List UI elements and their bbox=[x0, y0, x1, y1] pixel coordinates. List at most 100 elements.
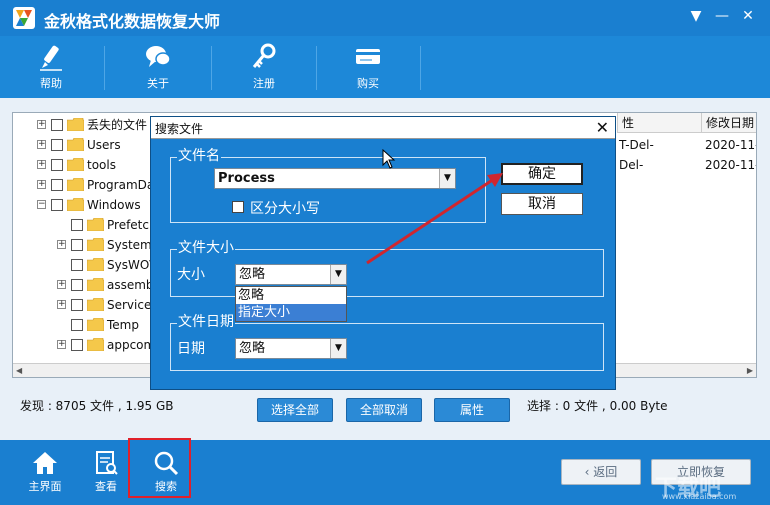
row-attr: Del- bbox=[619, 158, 644, 172]
scroll-left-icon[interactable]: ◀ bbox=[16, 366, 22, 375]
title-bar: 金秋格式化数据恢复大师 ▼ — ✕ bbox=[0, 0, 770, 36]
tree-checkbox[interactable] bbox=[71, 239, 83, 251]
chevron-left-icon: ‹ bbox=[584, 465, 594, 479]
date-label: 日期 bbox=[177, 341, 205, 357]
close-button[interactable]: ✕ bbox=[738, 6, 758, 26]
dialog-title: 搜索文件 bbox=[155, 122, 204, 136]
buy-button[interactable]: 购买 bbox=[338, 40, 398, 96]
size-label: 大小 bbox=[177, 267, 205, 283]
case-sensitive-checkbox[interactable] bbox=[232, 201, 244, 213]
search-highlight-box bbox=[128, 438, 191, 498]
tree-item-label: Temp bbox=[107, 318, 139, 332]
select-all-button[interactable]: 选择全部 bbox=[257, 398, 333, 422]
folder-icon bbox=[67, 178, 84, 191]
tree-item-label: assemb bbox=[107, 278, 154, 292]
dialog-close-icon[interactable]: ✕ bbox=[596, 117, 609, 139]
tree-expander-icon[interactable]: + bbox=[37, 120, 46, 129]
card-icon bbox=[356, 49, 380, 64]
tree-item-label: Users bbox=[87, 138, 121, 152]
tree-checkbox[interactable] bbox=[71, 339, 83, 351]
properties-button[interactable]: 属性 bbox=[434, 398, 510, 422]
size-option-specify[interactable]: 指定大小 bbox=[236, 304, 346, 321]
toolbar-divider bbox=[211, 46, 212, 90]
chevron-down-icon[interactable]: ▼ bbox=[330, 265, 346, 284]
tree-checkbox[interactable] bbox=[51, 199, 63, 211]
tree-item-label: appcom bbox=[107, 338, 156, 352]
view-label: 查看 bbox=[95, 480, 117, 493]
about-button[interactable]: 关于 bbox=[128, 40, 188, 96]
tree-checkbox[interactable] bbox=[51, 139, 63, 151]
toolbar-divider bbox=[420, 46, 421, 90]
tree-expander-icon[interactable]: − bbox=[37, 200, 46, 209]
filename-group-title: 文件名 bbox=[177, 147, 221, 165]
tree-expander-icon[interactable]: + bbox=[37, 160, 46, 169]
tree-expander-icon[interactable]: + bbox=[57, 300, 66, 309]
size-value: 忽略 bbox=[239, 267, 266, 282]
filedate-group-title: 文件日期 bbox=[177, 313, 235, 331]
folder-icon bbox=[67, 158, 84, 171]
tree-item-label: 丢失的文件 bbox=[87, 118, 148, 132]
top-toolbar: 帮助 关于 注册 购买 bbox=[0, 36, 770, 98]
help-button[interactable]: 帮助 bbox=[21, 40, 81, 96]
tree-expander-icon[interactable]: + bbox=[37, 180, 46, 189]
tree-item-label: Windows bbox=[87, 198, 141, 212]
back-button[interactable]: ‹ 返回 bbox=[561, 459, 641, 485]
filesize-group-title: 文件大小 bbox=[177, 239, 235, 257]
folder-icon bbox=[87, 278, 104, 291]
tree-checkbox[interactable] bbox=[71, 279, 83, 291]
found-status: 发现 : 8705 文件 , 1.95 GB bbox=[20, 399, 174, 413]
folder-icon bbox=[87, 238, 104, 251]
view-nav-button[interactable]: 查看 bbox=[79, 446, 133, 500]
home-icon bbox=[33, 452, 57, 474]
watermark-url: www.xiazaiba.com bbox=[662, 492, 737, 501]
folder-icon bbox=[87, 338, 104, 351]
column-modified[interactable]: 修改日期 bbox=[701, 113, 756, 133]
filename-value: Process bbox=[218, 171, 275, 186]
folder-icon bbox=[67, 198, 84, 211]
folder-icon bbox=[87, 258, 104, 271]
size-combobox[interactable]: 忽略 ▼ bbox=[235, 264, 347, 285]
folder-icon bbox=[67, 118, 84, 131]
tree-checkbox[interactable] bbox=[51, 119, 63, 131]
buy-label: 购买 bbox=[357, 77, 379, 90]
deselect-all-button[interactable]: 全部取消 bbox=[346, 398, 422, 422]
filename-combobox[interactable]: Process ▼ bbox=[214, 168, 456, 189]
folder-icon bbox=[67, 138, 84, 151]
tree-checkbox[interactable] bbox=[71, 259, 83, 271]
tree-item-label: ProgramDa bbox=[87, 178, 155, 192]
scroll-right-icon[interactable]: ▶ bbox=[747, 366, 753, 375]
register-button[interactable]: 注册 bbox=[234, 40, 294, 96]
toolbar-divider bbox=[104, 46, 105, 90]
chevron-down-icon[interactable]: ▼ bbox=[330, 339, 346, 358]
tree-item-label: tools bbox=[87, 158, 116, 172]
chevron-down-icon[interactable]: ▼ bbox=[439, 169, 455, 188]
date-combobox[interactable]: 忽略 ▼ bbox=[235, 338, 347, 359]
tree-expander-icon[interactable]: + bbox=[37, 140, 46, 149]
minimize-button[interactable]: — bbox=[712, 6, 732, 26]
date-value: 忽略 bbox=[239, 341, 266, 356]
ok-button[interactable]: 确定 bbox=[501, 163, 583, 185]
register-label: 注册 bbox=[253, 77, 275, 90]
help-label: 帮助 bbox=[40, 77, 62, 90]
tree-checkbox[interactable] bbox=[71, 299, 83, 311]
cancel-button[interactable]: 取消 bbox=[501, 193, 583, 215]
folder-icon bbox=[87, 318, 104, 331]
case-sensitive-label: 区分大小写 bbox=[250, 201, 320, 217]
tree-checkbox[interactable] bbox=[51, 179, 63, 191]
size-option-ignore[interactable]: 忽略 bbox=[236, 287, 346, 304]
mouse-cursor-icon bbox=[382, 149, 396, 169]
tree-expander-icon[interactable]: + bbox=[57, 280, 66, 289]
home-nav-button[interactable]: 主界面 bbox=[18, 446, 72, 500]
toolbar-divider bbox=[316, 46, 317, 90]
tree-expander-icon[interactable]: + bbox=[57, 340, 66, 349]
tree-checkbox[interactable] bbox=[71, 219, 83, 231]
tree-expander-icon[interactable]: + bbox=[57, 240, 66, 249]
tree-checkbox[interactable] bbox=[51, 159, 63, 171]
menu-dropdown-button[interactable]: ▼ bbox=[686, 6, 706, 26]
row-attr: T-Del- bbox=[619, 138, 654, 152]
selected-status: 选择 : 0 文件 , 0.00 Byte bbox=[527, 399, 668, 413]
about-label: 关于 bbox=[147, 77, 169, 90]
column-attribute[interactable]: 性 bbox=[617, 113, 703, 133]
size-dropdown-list: 忽略 指定大小 bbox=[235, 286, 347, 322]
tree-checkbox[interactable] bbox=[71, 319, 83, 331]
